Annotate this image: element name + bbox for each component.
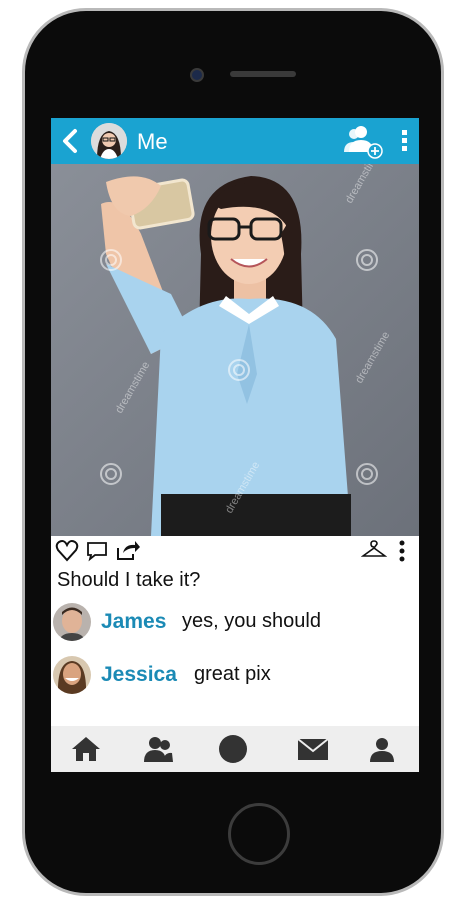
record-icon[interactable]	[216, 734, 250, 764]
comment-text: great pix	[194, 663, 271, 685]
home-hardware-button[interactable]	[228, 803, 290, 865]
page-title: Me	[137, 129, 168, 154]
commenter-avatar[interactable]	[53, 656, 91, 694]
people-icon[interactable]	[141, 734, 175, 764]
mail-icon[interactable]	[296, 734, 330, 764]
heart-icon[interactable]	[55, 538, 79, 564]
commenter-name[interactable]: Jessica	[101, 663, 177, 687]
back-arrow-icon[interactable]	[57, 126, 85, 156]
comment-icon[interactable]	[85, 538, 109, 564]
my-avatar[interactable]	[91, 123, 127, 159]
more-vertical-icon[interactable]	[397, 126, 413, 156]
bottom-nav	[51, 726, 419, 772]
hanger-icon[interactable]	[360, 538, 388, 564]
add-user-icon[interactable]	[341, 122, 387, 160]
earpiece-speaker	[230, 71, 296, 77]
commenter-avatar[interactable]	[53, 603, 91, 641]
home-icon[interactable]	[69, 734, 103, 764]
post-caption: Should I take it?	[57, 569, 201, 591]
top-bar: Me	[51, 118, 419, 164]
front-camera	[190, 68, 204, 82]
app-screen: Me dreamstime dreamstime dreamstime drea…	[51, 118, 419, 772]
profile-icon[interactable]	[365, 734, 399, 764]
comment-item: James yes, you should	[51, 600, 419, 648]
commenter-name[interactable]: James	[101, 610, 166, 634]
comment-item: Jessica great pix	[51, 653, 419, 701]
more-vertical-icon[interactable]	[395, 538, 409, 564]
post-actions	[51, 536, 419, 566]
post-photo[interactable]: dreamstime dreamstime dreamstime dreamst…	[51, 164, 419, 536]
comment-text: yes, you should	[182, 610, 321, 632]
share-icon[interactable]	[115, 538, 141, 564]
